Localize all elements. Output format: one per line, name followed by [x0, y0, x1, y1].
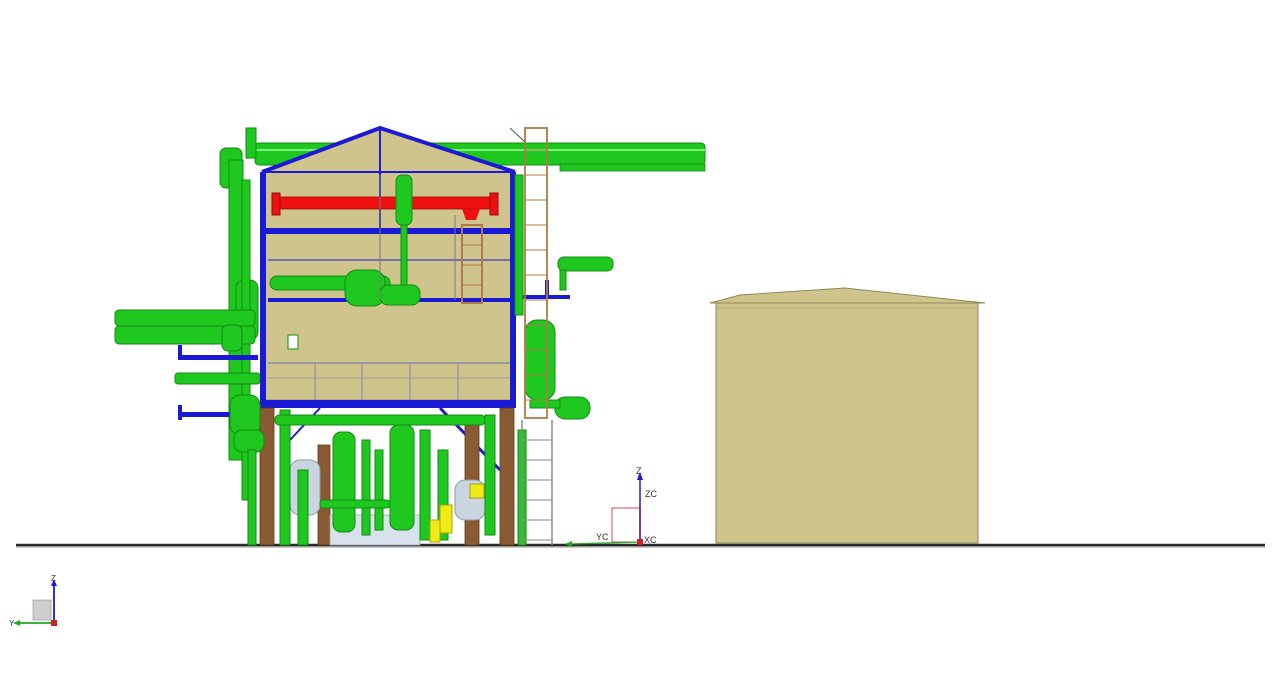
wcs-z-label: Z — [636, 466, 642, 476]
right-side-pipes[interactable] — [514, 174, 614, 546]
triad-z-label: Z — [51, 574, 56, 583]
ground-plane-line — [16, 543, 1265, 548]
enclosure-panels[interactable] — [261, 127, 516, 401]
view-triad[interactable]: Z Y — [9, 574, 57, 628]
wcs-yc-label: YC — [596, 532, 609, 542]
wcs-zc-label: ZC — [645, 489, 657, 499]
adjacent-building[interactable] — [709, 287, 986, 544]
triad-y-label: Y — [9, 619, 15, 628]
left-horizontal-pipes[interactable] — [114, 309, 261, 385]
cad-model-scene[interactable]: Z ZC YC XC Z Y — [0, 0, 1280, 678]
process-module-assembly[interactable] — [114, 125, 706, 546]
wcs-xc-label: XC — [644, 535, 657, 545]
graphics-viewport[interactable]: Z ZC YC XC Z Y — [0, 0, 1280, 678]
work-coordinate-system[interactable]: Z ZC YC XC — [565, 466, 657, 547]
